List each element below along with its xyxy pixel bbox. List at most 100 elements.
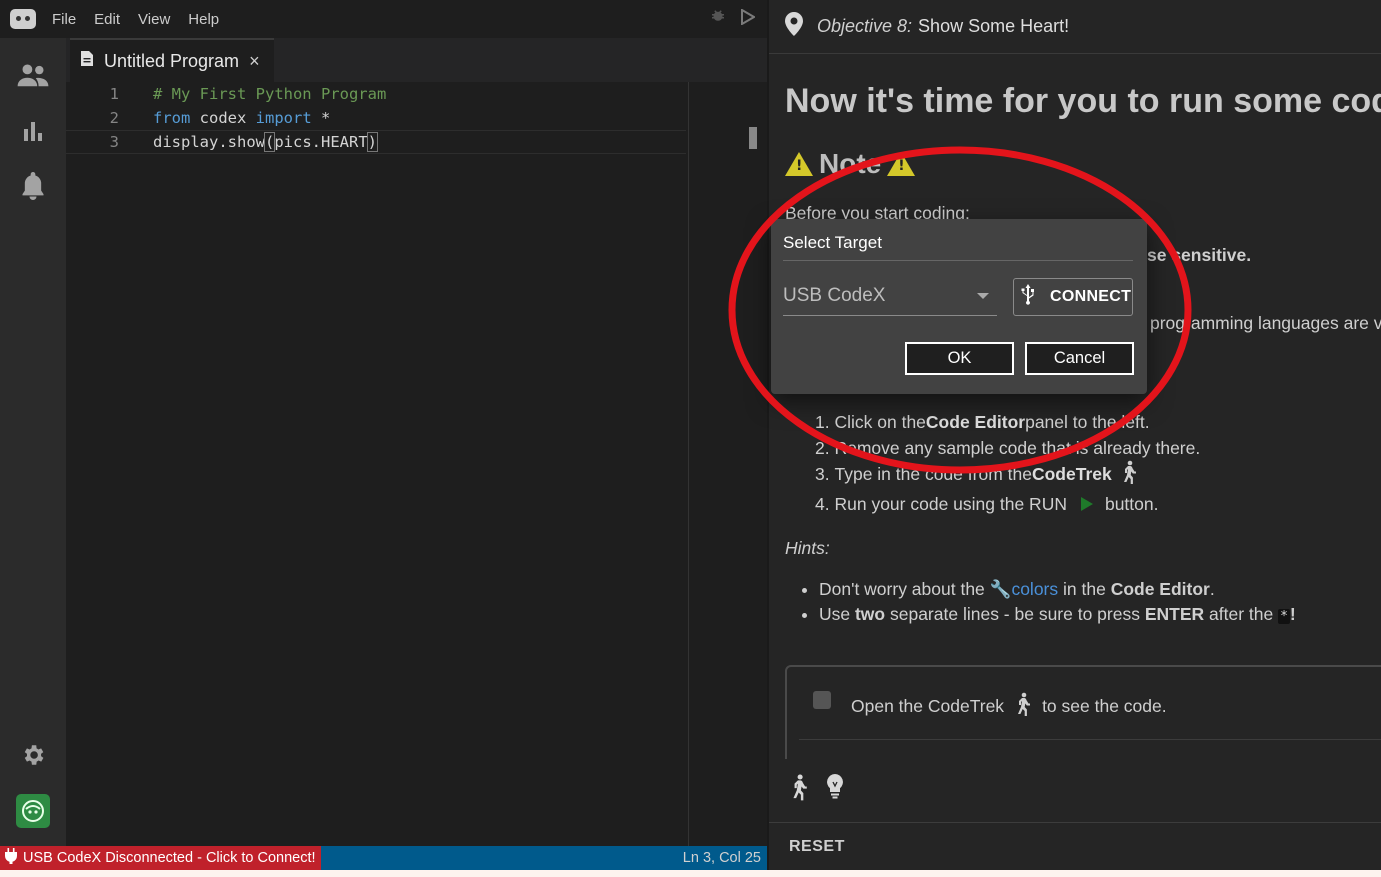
codex-account-avatar[interactable] [16,794,50,828]
screen: File Edit View Help Untitled Program × 1… [0,0,1381,877]
note-title: Note [819,148,882,179]
hint-text: Use [819,604,855,624]
walking-person-icon [1014,691,1032,722]
codetrek-text: Open the CodeTrek to see the code. [851,691,1167,722]
objective-header: Objective 8: Show Some Heart! [769,0,1381,54]
line-number: 2 [109,109,119,127]
editor-scrollbar-thumb[interactable] [749,127,757,149]
code-token: display.show [153,133,265,151]
codetrek-checkbox[interactable] [813,691,831,709]
activity-bar [0,38,66,846]
target-select[interactable]: USB CodeX [783,279,997,316]
code-bracket: ) [366,132,379,152]
step-text: Remove any sample code that is already t… [834,437,1201,458]
step-item: 4. Run your code using the RUN button. [815,487,1200,521]
lesson-toolbar [769,759,1381,823]
step-text: panel to the left. [1025,411,1150,432]
reset-button[interactable]: RESET [789,838,845,856]
warning-icon [785,152,813,176]
hint-bold: two [854,604,886,624]
step-number: 3. [815,463,830,484]
codetrek-divider [799,739,1381,740]
code-token: codex [190,109,256,127]
menu-file[interactable]: File [52,11,76,28]
step-number: 2. [815,437,830,458]
colors-link[interactable]: colors [1011,579,1058,599]
objective-title: Show Some Heart! [918,16,1070,36]
code-text: display.show(pics.HEART) [153,132,379,152]
hint-lightbulb-icon[interactable] [825,773,845,804]
note-heading: Note [785,148,916,180]
settings-gear-icon[interactable] [16,738,50,772]
case-sensitive-bold: se sensitive. [1147,245,1252,265]
objective-label: Objective 8: [817,16,913,36]
code-token: * [311,109,331,127]
codetrek-walk-icon[interactable] [789,773,809,806]
users-icon[interactable] [16,58,50,92]
hint-text: after the [1204,604,1279,624]
step-bold: CodeTrek [1031,463,1112,484]
codetrek-text-b: to see the code. [1042,696,1167,716]
menu-view[interactable]: View [138,11,170,28]
code-keyword: import [255,109,312,127]
step-text: button. [1104,493,1159,514]
code-line: 2 from codex import * [66,106,686,130]
debug-icon[interactable] [709,8,727,31]
editor-tab-bar: Untitled Program × [66,38,767,82]
step-number: 4. [815,493,830,514]
tab-untitled-program[interactable]: Untitled Program × [70,38,274,82]
minimap-divider [688,82,689,846]
steps-list: 1. Click on the Code Editor panel to the… [815,409,1200,521]
hint-bold: ENTER [1144,604,1205,624]
status-bar: USB CodeX Disconnected - Click to Connec… [0,846,767,870]
connect-label: CONNECT [1050,288,1132,305]
code-comment: # My First Python Program [153,85,387,103]
languages-text: programming languages are v [1150,313,1381,333]
warning-icon [887,152,916,176]
step-number: 1. [815,411,830,432]
step-text: Type in the code from the [834,463,1032,484]
tab-close-icon[interactable]: × [249,51,260,72]
menu-help[interactable]: Help [188,11,219,28]
code-line: 1 # My First Python Program [66,82,686,106]
step-item: 2. Remove any sample code that is alread… [815,435,1200,461]
hint-bold: Code Editor [1110,579,1210,599]
step-item: 3. Type in the code from the CodeTrek [815,460,1200,489]
line-number: 1 [109,85,119,103]
step-bold: Code Editor [925,411,1026,432]
code-line-current: 3 display.show(pics.HEART) [66,130,686,154]
hints-label: Hints: [785,538,830,558]
dialog-title: Select Target [783,233,882,252]
hints-list: Don't worry about the 🔧colors in the Cod… [819,579,1296,629]
hint-item: Don't worry about the 🔧colors in the Cod… [819,579,1296,604]
dropdown-arrow-icon [977,293,989,299]
code-keyword: from [153,109,191,127]
connect-button[interactable]: CONNECT [1013,278,1133,316]
step-item: 1. Click on the Code Editor panel to the… [815,409,1200,435]
cursor-position[interactable]: Ln 3, Col 25 [683,850,761,866]
ok-button[interactable]: OK [905,342,1014,375]
connection-status-button[interactable]: USB CodeX Disconnected - Click to Connec… [0,846,321,870]
cancel-button[interactable]: Cancel [1025,342,1134,375]
hint-text: in the [1058,579,1111,599]
step-text: Click on the [834,411,926,432]
menu-edit[interactable]: Edit [94,11,120,28]
code-bracket: ( [263,132,276,152]
code-editor[interactable]: 1 # My First Python Program 2 from codex… [66,82,767,846]
code-token: pics.HEART [274,133,368,151]
editor-app: File Edit View Help Untitled Program × 1… [0,0,767,877]
select-target-dialog: Select Target USB CodeX CONNECT OK Cance… [771,219,1147,394]
codetrek-text-a: Open the CodeTrek [851,696,1005,716]
hint-bold: ! [1289,604,1296,624]
window-bottom-edge [0,870,1381,877]
asterisk-key: * [1278,609,1290,624]
chart-icon[interactable] [16,114,50,148]
dialog-divider [783,260,1133,261]
wrench-icon: 🔧 [989,579,1012,599]
bell-icon[interactable] [16,169,50,203]
run-icon[interactable] [741,8,756,29]
tab-title: Untitled Program [104,50,240,71]
case-sensitive-text: se sensitive. [1147,245,1251,266]
codex-logo-icon[interactable] [10,9,36,29]
walking-person-icon [1120,460,1138,489]
